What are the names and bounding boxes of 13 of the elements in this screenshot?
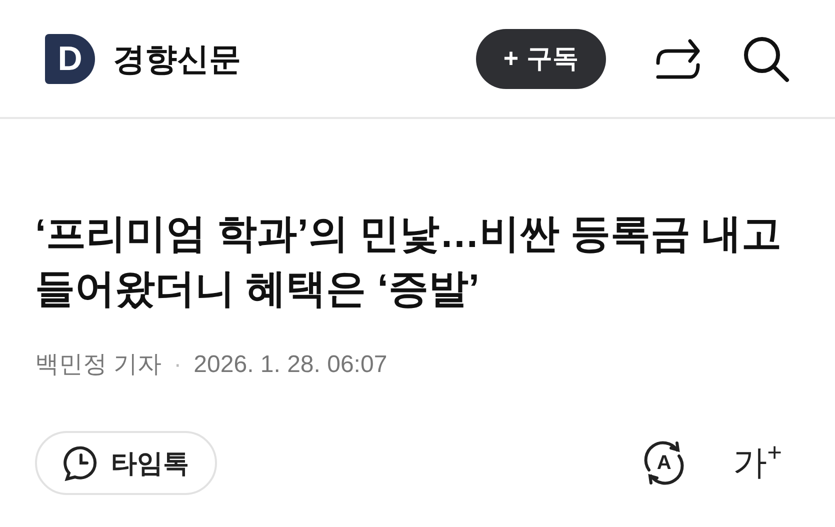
search-icon[interactable] <box>742 34 790 82</box>
clock-chat-icon <box>63 445 99 481</box>
brand-name[interactable]: 경향신문 <box>113 34 241 82</box>
headline: ‘프리미엄 학과’의 민낯…비싼 등록금 내고 들어왔더니 혜택은 ‘증발’ <box>35 211 783 313</box>
author-name[interactable]: 백민정 기자 <box>35 347 162 383</box>
publish-date: 2026. 1. 28. 06:07 <box>194 350 388 380</box>
subscribe-button[interactable]: + 구독 <box>476 28 606 88</box>
logo-icon[interactable]: D <box>45 34 95 84</box>
timetalk-button[interactable]: 타임톡 <box>35 431 217 495</box>
separator: · <box>174 350 182 380</box>
translate-button[interactable]: A <box>641 440 688 486</box>
share-icon[interactable] <box>654 36 702 80</box>
font-size-button[interactable]: 가$^{+}$ <box>733 438 782 488</box>
